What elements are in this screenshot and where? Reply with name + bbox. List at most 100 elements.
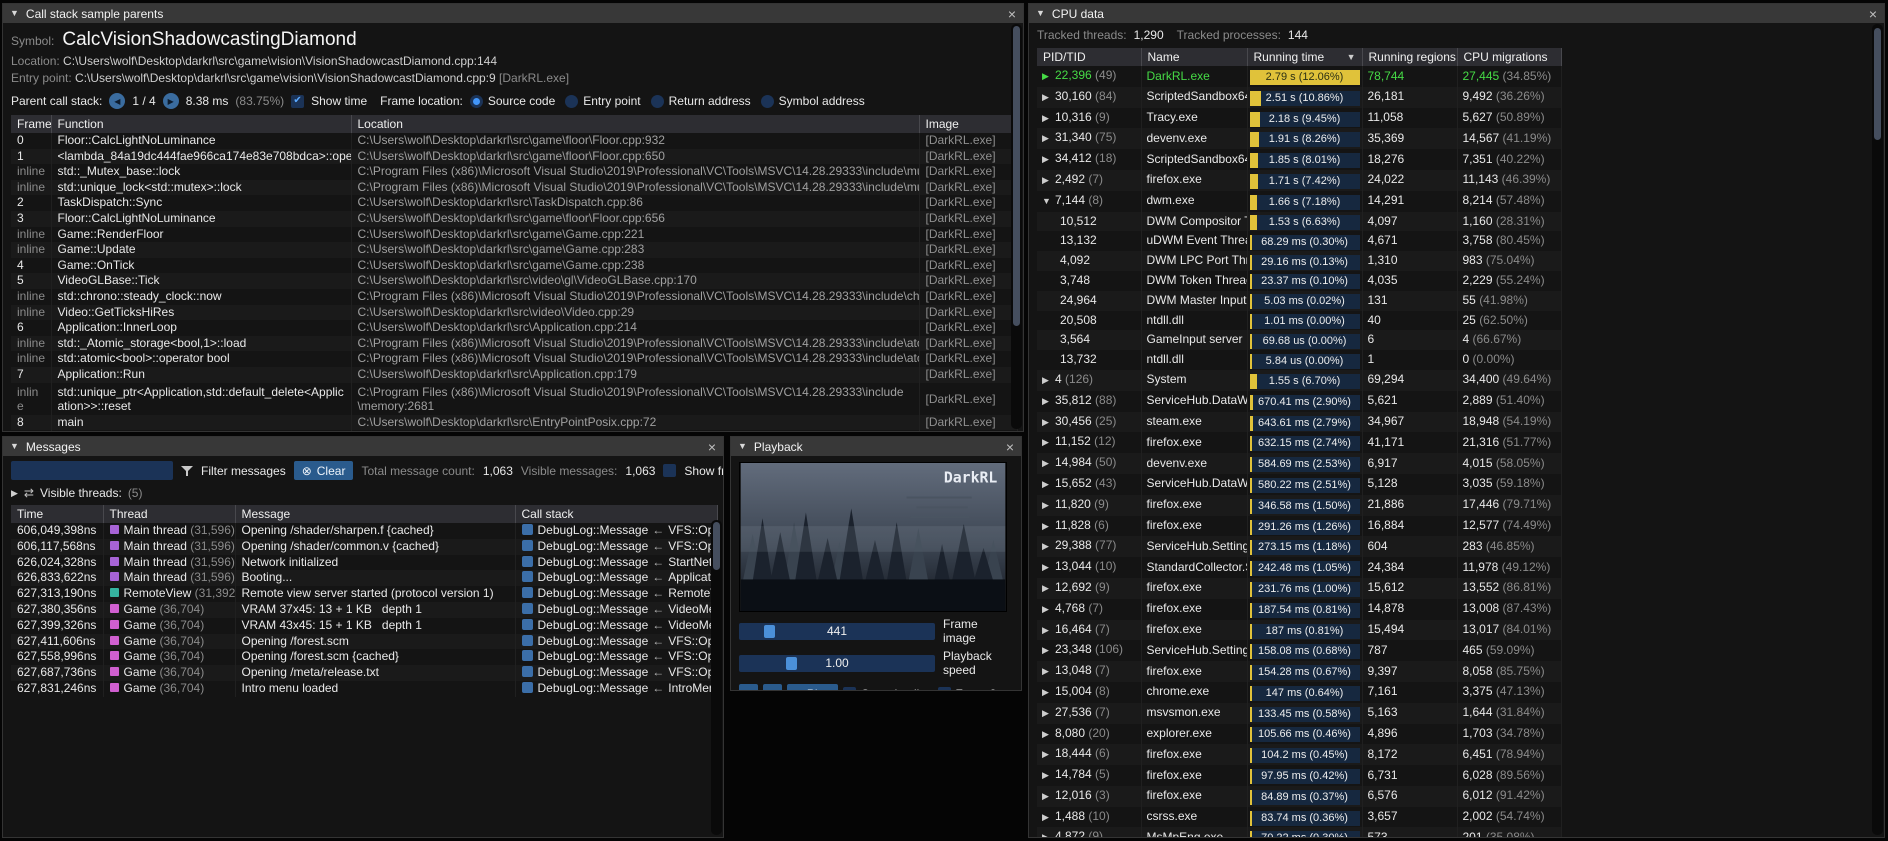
callstack-frame-row[interactable]: 5VideoGLBase::TickC:\Users\wolf\Desktop\… (11, 273, 1017, 289)
cpu-row[interactable]: ▶14,784 (5)firefox.exe97.95 ms (0.42%)6,… (1037, 765, 1561, 786)
message-row[interactable]: 606,117,568nsMain thread (31,596)Opening… (11, 539, 717, 555)
expand-tree-icon[interactable]: ▶ (1042, 828, 1055, 837)
cpu-row[interactable]: ▶18,444 (6)firefox.exe104.2 ms (0.45%)8,… (1037, 744, 1561, 765)
expand-tree-icon[interactable]: ▶ (1042, 558, 1055, 578)
close-icon[interactable]: × (708, 440, 716, 454)
playback-titlebar[interactable]: ▼ Playback × (731, 437, 1021, 456)
header-callstack[interactable]: Call stack (515, 505, 717, 523)
callstack-icon[interactable] (522, 635, 533, 646)
callstack-frame-row[interactable]: inlinestd::atomic<bool>::operator boolC:… (11, 351, 1017, 367)
expand-tree-icon[interactable]: ▶ (1042, 600, 1055, 620)
messages-titlebar[interactable]: ▼ Messages × (3, 437, 723, 456)
frame-slider[interactable]: 441 (739, 623, 935, 640)
callstack-icon[interactable] (522, 540, 533, 551)
callstack-frame-row[interactable]: inlinestd::_Atomic_storage<bool,1>::load… (11, 336, 1017, 352)
prev-frame-button[interactable]: ◀ (739, 684, 758, 690)
callstack-frame-row[interactable]: inlineGame::RenderFloorC:\Users\wolf\Des… (11, 227, 1017, 243)
cpu-row[interactable]: ▶13,044 (10)StandardCollector.Servic242.… (1037, 557, 1561, 578)
expand-tree-icon[interactable]: ▶ (1042, 641, 1055, 661)
cpu-row[interactable]: ▶30,456 (25)steam.exe643.61 ms (2.79%)34… (1037, 412, 1561, 433)
cpu-row[interactable]: 13,732ntdll.dll5.84 us (0.00%)10 (0.00%) (1037, 350, 1561, 370)
header-name[interactable]: Name (1141, 48, 1247, 66)
collapse-icon[interactable]: ▼ (738, 442, 747, 451)
expand-icon[interactable]: ▶ (11, 489, 18, 498)
cpu-row[interactable]: ▶31,340 (75)devenv.exe1.91 s (8.26%)35,3… (1037, 128, 1561, 149)
expand-tree-icon[interactable]: ▶ (1042, 517, 1055, 537)
callstack-frame-row[interactable]: 1<lambda_84a19dc444fae966ca174e83e708bdc… (11, 149, 1017, 165)
close-icon[interactable]: × (1869, 7, 1877, 21)
show-time-checkbox[interactable]: ✔ (291, 95, 304, 108)
callstack-icon[interactable] (522, 571, 533, 582)
cpu-row[interactable]: 3,748DWM Token Thread23.37 ms (0.10%)4,0… (1037, 271, 1561, 291)
callstack-cell[interactable]: DebugLog::Message←VFS::Open (515, 634, 717, 650)
message-row[interactable]: 627,380,356nsGame (36,704)VRAM 37x45: 13… (11, 602, 717, 618)
clear-button[interactable]: ⊗ Clear (294, 461, 354, 480)
message-row[interactable]: 627,687,736nsGame (36,704)Opening /meta/… (11, 665, 717, 681)
callstack-frame-row[interactable]: 7Application::RunC:\Users\wolf\Desktop\d… (11, 367, 1017, 383)
expand-tree-icon[interactable]: ▶ (1042, 88, 1055, 108)
cpu-row[interactable]: ▶23,348 (106)ServiceHub.SettingsHost158.… (1037, 640, 1561, 661)
callstack-frame-row[interactable]: 2TaskDispatch::SyncC:\Users\wolf\Desktop… (11, 195, 1017, 211)
cpu-row[interactable]: ▼7,144 (8)dwm.exe1.66 s (7.18%)14,2918,2… (1037, 191, 1561, 212)
expand-tree-icon[interactable]: ▶ (1042, 171, 1055, 191)
callstack-cell[interactable]: DebugLog::Message←VideoMemo (515, 618, 717, 634)
visible-threads-row[interactable]: ▶ ⇄ Visible threads: (5) (3, 485, 723, 505)
callstack-icon[interactable] (522, 587, 533, 598)
cpu-row[interactable]: ▶22,396 (49)DarkRL.exe2.79 s (12.06%)78,… (1037, 66, 1561, 87)
cpu-row[interactable]: ▶16,464 (7)firefox.exe187 ms (0.81%)15,4… (1037, 620, 1561, 641)
cpu-row[interactable]: ▶4,768 (7)firefox.exe187.54 ms (0.81%)14… (1037, 599, 1561, 620)
message-row[interactable]: 627,313,190nsRemoteView (31,392)Remote v… (11, 586, 717, 602)
radio-icon[interactable] (470, 95, 483, 108)
message-row[interactable]: 627,411,606nsGame (36,704)Opening /fores… (11, 634, 717, 650)
expand-tree-icon[interactable]: ▶ (1042, 433, 1055, 453)
prev-callstack-button[interactable]: ◀ (109, 93, 125, 109)
cpu-row[interactable]: 13,132uDWM Event Thread68.29 ms (0.30%)4… (1037, 231, 1561, 251)
callstack-frame-row[interactable]: inlineVideo::GetTicksHiResC:\Users\wolf\… (11, 305, 1017, 321)
show-frame-checkbox[interactable] (663, 464, 676, 477)
cpu-row[interactable]: ▶4 (126)System1.55 s (6.70%)69,29434,400… (1037, 370, 1561, 391)
cpu-row[interactable]: ▶15,652 (43)ServiceHub.DataWarehou580.22… (1037, 474, 1561, 495)
callstack-scrollbar-thumb[interactable] (1013, 26, 1020, 326)
close-icon[interactable]: × (1006, 440, 1014, 454)
header-cpu-migrations[interactable]: CPU migrations (1457, 48, 1561, 66)
callstack-cell[interactable]: DebugLog::Message←VFS::Open (515, 665, 717, 681)
cpu-row[interactable]: ▶34,412 (18)ScriptedSandbox64.exe1.85 s … (1037, 149, 1561, 170)
cpu-row[interactable]: ▶35,812 (88)ServiceHub.DataWarehou670.41… (1037, 391, 1561, 412)
callstack-cell[interactable]: DebugLog::Message←StartNetwo (515, 555, 717, 571)
callstack-frame-row[interactable]: inlinestd::_Mutex_base::lockC:\Program F… (11, 164, 1017, 180)
cpu-row[interactable]: ▶12,692 (9)firefox.exe231.76 ms (1.00%)1… (1037, 578, 1561, 599)
play-button[interactable]: ▶ Play (787, 684, 838, 690)
expand-tree-icon[interactable]: ▶ (1042, 683, 1055, 703)
sync-timeline-checkbox[interactable] (843, 687, 856, 690)
header-running-regions[interactable]: Running regions (1362, 48, 1457, 66)
cpu-row[interactable]: 10,512DWM Compositor Thread1.53 s (6.63%… (1037, 212, 1561, 232)
expand-tree-icon[interactable]: ▶ (1042, 808, 1055, 828)
callstack-cell[interactable]: DebugLog::Message←Application: (515, 570, 717, 586)
expand-tree-icon[interactable]: ▶ (1042, 621, 1055, 641)
cpu-row[interactable]: ▶30,160 (84)ScriptedSandbox64.exe2.51 s … (1037, 87, 1561, 108)
callstack-cell[interactable]: DebugLog::Message←VFS::Open (515, 539, 717, 555)
callstack-icon[interactable] (522, 524, 533, 535)
collapse-icon[interactable]: ▼ (10, 442, 19, 451)
header-running-time[interactable]: ▼ Running time (1247, 48, 1362, 66)
cpu-row[interactable]: 20,508ntdll.dll1.01 ms (0.00%)4025 (62.5… (1037, 311, 1561, 331)
expand-tree-icon[interactable]: ▶ (1042, 766, 1055, 786)
callstack-frame-row[interactable]: 3Floor::CalcLightNoLuminanceC:\Users\wol… (11, 211, 1017, 227)
callstack-cell[interactable]: DebugLog::Message←VideoMemo (515, 602, 717, 618)
collapse-tree-icon[interactable]: ▼ (1042, 192, 1055, 212)
zoom-2x-checkbox[interactable] (938, 687, 951, 690)
messages-scrollbar[interactable] (711, 520, 722, 835)
cpu-row[interactable]: ▶27,536 (7)msvsmon.exe133.45 ms (0.58%)5… (1037, 703, 1561, 724)
header-message[interactable]: Message (235, 505, 515, 523)
expand-tree-icon[interactable]: ▶ (1042, 496, 1055, 516)
expand-tree-icon[interactable]: ▶ (1042, 392, 1055, 412)
cpu-row[interactable]: ▶11,828 (6)firefox.exe291.26 ms (1.26%)1… (1037, 516, 1561, 537)
cpu-scrollbar-thumb[interactable] (1874, 28, 1881, 140)
cpu-row[interactable]: ▶29,388 (77)ServiceHub.SettingsHost273.1… (1037, 536, 1561, 557)
cpu-row[interactable]: ▶13,048 (7)firefox.exe154.28 ms (0.67%)9… (1037, 661, 1561, 682)
callstack-icon[interactable] (522, 603, 533, 614)
message-row[interactable]: 627,399,326nsGame (36,704)VRAM 43x45: 15… (11, 618, 717, 634)
callstack-frame-row[interactable]: inlineinvoke_maind:\agent\_work\63\s\src… (11, 430, 1017, 431)
callstack-icon[interactable] (522, 619, 533, 630)
collapse-icon[interactable]: ▼ (10, 9, 19, 18)
